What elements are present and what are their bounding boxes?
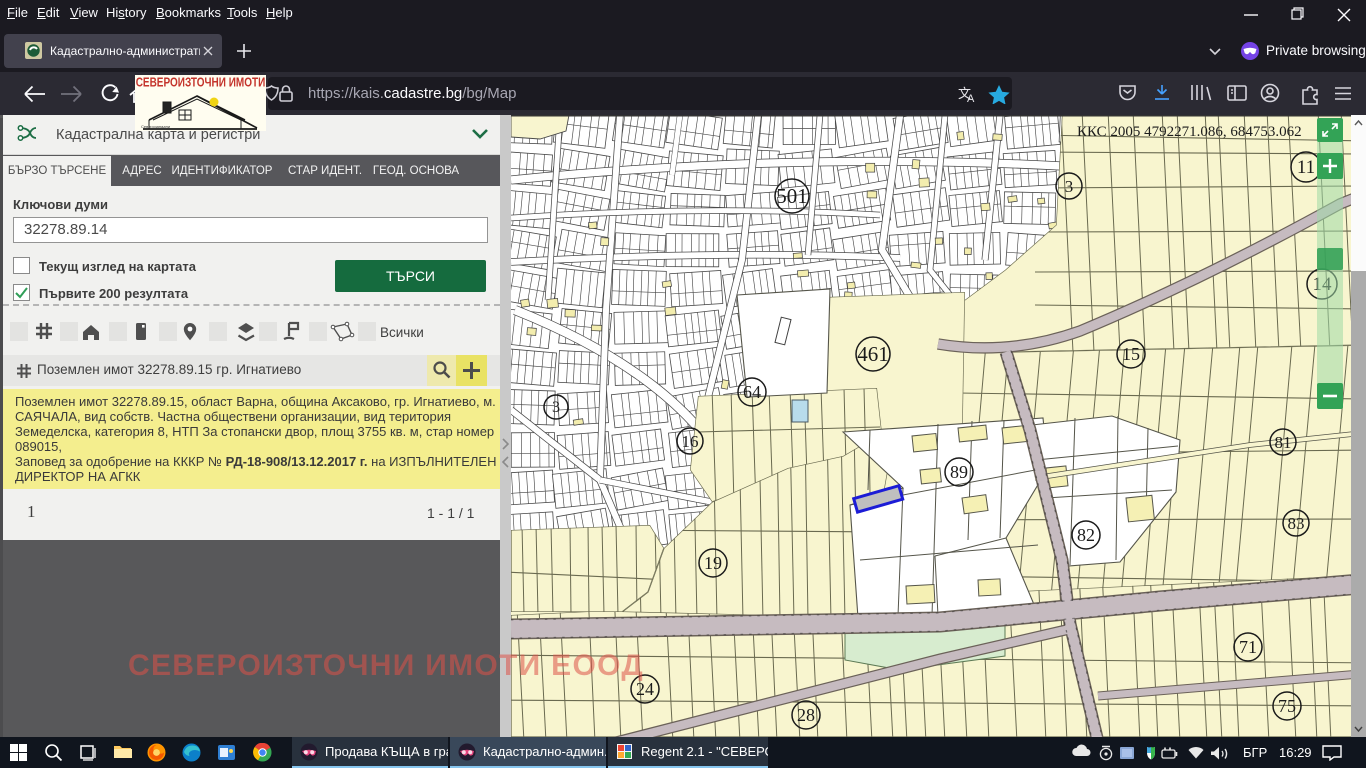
svg-text:75: 75 bbox=[1278, 696, 1296, 716]
svg-text:28: 28 bbox=[797, 705, 815, 725]
svg-text:3: 3 bbox=[552, 399, 560, 416]
svg-text:71: 71 bbox=[1239, 637, 1257, 657]
svg-text:501: 501 bbox=[776, 184, 808, 208]
svg-text:82: 82 bbox=[1077, 525, 1095, 545]
svg-text:461: 461 bbox=[857, 342, 889, 366]
svg-text:11: 11 bbox=[1297, 157, 1315, 178]
svg-text:ККС 2005 4792271.086, 684753.0: ККС 2005 4792271.086, 684753.062 bbox=[1077, 124, 1302, 140]
svg-text:A: A bbox=[967, 93, 975, 104]
svg-text:19: 19 bbox=[704, 553, 722, 573]
svg-text:64: 64 bbox=[743, 382, 761, 402]
svg-text:89: 89 bbox=[950, 462, 968, 482]
svg-text:83: 83 bbox=[1288, 514, 1305, 533]
svg-text:15: 15 bbox=[1122, 344, 1140, 364]
svg-text:81: 81 bbox=[1275, 433, 1292, 452]
svg-text:16: 16 bbox=[682, 432, 699, 451]
svg-text:14: 14 bbox=[1313, 274, 1333, 295]
svg-text:3: 3 bbox=[1065, 177, 1074, 196]
svg-text:Северозападни: Северозападни bbox=[141, 124, 170, 129]
